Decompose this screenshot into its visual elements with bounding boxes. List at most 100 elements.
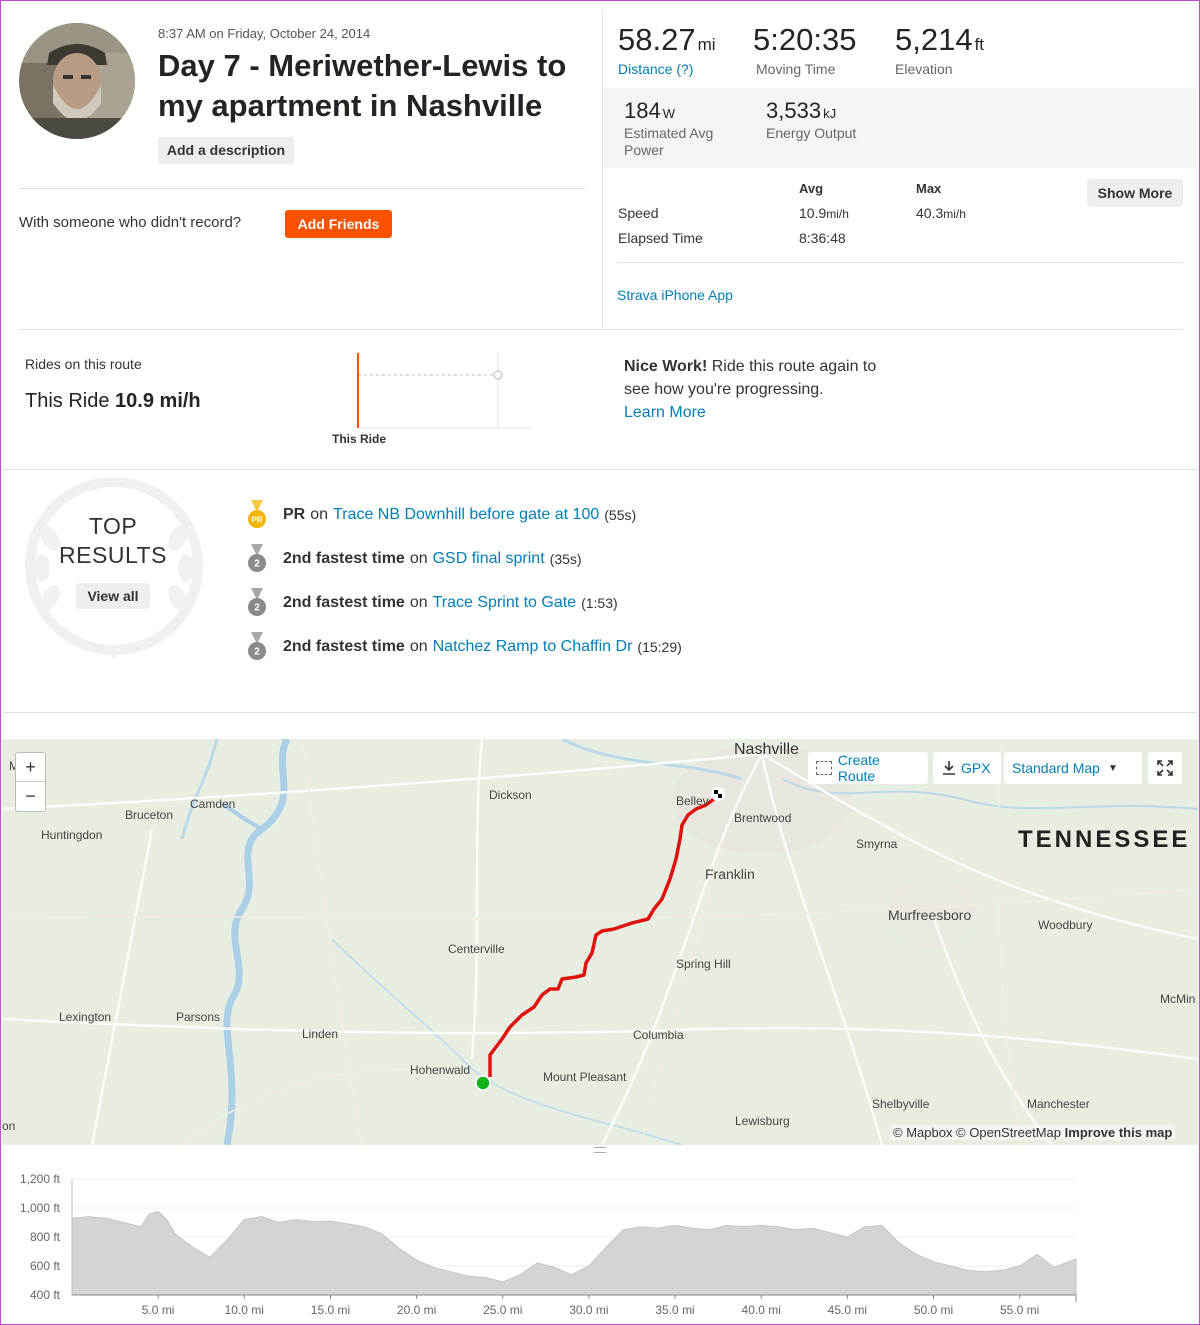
distance-unit: mi xyxy=(697,35,716,54)
laurel-wreath-icon xyxy=(25,478,203,660)
svg-text:2: 2 xyxy=(254,647,260,658)
y-tick-label: 800 ft xyxy=(30,1230,61,1244)
distance-stat: 58.27 mi xyxy=(618,22,716,58)
x-tick-label: 15.0 mi xyxy=(311,1303,350,1317)
city-label-lexington: Lexington xyxy=(59,1010,112,1024)
zoom-control: + − xyxy=(15,752,46,812)
x-tick-label: 50.0 mi xyxy=(914,1303,953,1317)
learn-more-link[interactable]: Learn More xyxy=(624,401,884,424)
city-label-smyrna: Smyrna xyxy=(856,837,898,851)
power-unit: W xyxy=(662,106,675,121)
top-results-line2: RESULTS xyxy=(59,542,167,568)
energy-stat: 3,533 kJ xyxy=(766,98,836,124)
silver-medal-icon: 2 xyxy=(248,632,266,660)
achievement-time: (35s) xyxy=(549,551,582,567)
city-label-bruceton: Bruceton xyxy=(125,808,174,822)
moving-time-stat: 5:20:35 xyxy=(753,22,856,58)
segment-link[interactable]: Natchez Ramp to Chaffin Dr xyxy=(433,638,633,656)
city-label-edge: on xyxy=(2,1119,16,1133)
improve-map-link[interactable]: Improve this map xyxy=(1065,1125,1173,1140)
divider xyxy=(19,329,1183,330)
x-tick-label: 40.0 mi xyxy=(742,1303,781,1317)
divider xyxy=(617,262,1183,263)
achievement-item: PR PR on Trace NB Downhill before gate at 1… xyxy=(247,500,636,530)
achievement-on: on xyxy=(409,638,428,655)
segment-link[interactable]: GSD final sprint xyxy=(433,550,545,568)
gpx-button[interactable]: GPX xyxy=(933,752,1001,784)
city-label-franklin: Franklin xyxy=(705,866,755,882)
map-style-label: Standard Map xyxy=(1012,760,1100,776)
elevation-value: 5,214 xyxy=(895,22,973,57)
city-label-bellevue: Bellev xyxy=(676,794,709,808)
achievement-time: (1:53) xyxy=(581,595,618,611)
future-ride-point xyxy=(493,370,503,380)
zoom-in-button[interactable]: + xyxy=(16,753,45,782)
city-label-murfreesboro: Murfreesboro xyxy=(888,907,972,923)
city-label-shelbyville: Shelbyville xyxy=(872,1097,930,1111)
elevation-area xyxy=(71,1211,1077,1296)
route-map[interactable] xyxy=(2,739,1198,1145)
city-label-mcminnville: McMin xyxy=(1160,992,1196,1006)
energy-unit: kJ xyxy=(823,106,837,121)
add-description-button[interactable]: Add a description xyxy=(158,137,294,164)
map-style-dropdown[interactable]: Standard Map ▼ xyxy=(1004,752,1142,784)
city-label-columbia: Columbia xyxy=(633,1028,684,1042)
zoom-out-button[interactable]: − xyxy=(16,782,45,811)
create-route-button[interactable]: Create Route xyxy=(808,752,928,784)
achievement-item: 2 2nd fastest time on Trace Sprint to Gate (… xyxy=(247,588,618,618)
athlete-avatar[interactable] xyxy=(19,23,135,139)
city-label-huntingdon: Huntingdon xyxy=(41,828,103,842)
y-tick-label: 600 ft xyxy=(30,1259,61,1273)
distance-value: 58.27 xyxy=(618,22,696,57)
attribution-text[interactable]: © Mapbox © OpenStreetMap xyxy=(893,1125,1061,1140)
achievement-item: 2 2nd fastest time on GSD final sprint (35s) xyxy=(247,544,582,574)
city-label-lewisburg: Lewisburg xyxy=(735,1114,790,1128)
distance-label[interactable]: Distance (?) xyxy=(618,61,693,77)
city-label-spring-hill: Spring Hill xyxy=(676,957,731,971)
achievement-on: on xyxy=(310,506,329,523)
create-route-label: Create Route xyxy=(837,752,880,784)
x-tick-label: 20.0 mi xyxy=(397,1303,436,1317)
elevation-label: Elevation xyxy=(895,61,953,77)
device-link[interactable]: Strava iPhone App xyxy=(617,287,733,303)
segment-link[interactable]: Trace Sprint to Gate xyxy=(433,594,576,612)
x-tick-label: 45.0 mi xyxy=(828,1303,867,1317)
with-someone-text: With someone who didn't record? xyxy=(19,214,242,231)
city-label-dickson: Dickson xyxy=(489,788,532,802)
finish-flag-icon xyxy=(711,787,725,801)
achievement-rank: 2nd fastest time xyxy=(283,638,405,655)
gpx-label: GPX xyxy=(961,760,991,776)
power-stat: 184 W xyxy=(624,98,675,124)
show-more-button[interactable]: Show More xyxy=(1087,179,1183,207)
speed-avg-unit: mi/h xyxy=(826,207,849,221)
fullscreen-button[interactable] xyxy=(1148,752,1182,784)
fullscreen-icon xyxy=(1157,760,1173,776)
x-tick-label: 5.0 mi xyxy=(142,1303,175,1317)
caret-down-icon: ▼ xyxy=(1107,762,1118,774)
view-all-button[interactable]: View all xyxy=(76,583,150,609)
rides-on-route-title: Rides on this route xyxy=(25,356,142,372)
city-label-parsons: Parsons xyxy=(176,1010,221,1024)
achievement-rank: 2nd fastest time xyxy=(283,550,405,567)
y-tick-label: 400 ft xyxy=(30,1288,61,1302)
elevation-chart[interactable]: 1,200 ft 1,000 ft 800 ft 600 ft 400 ft 5.0 mi… xyxy=(0,1160,1200,1320)
achievement-on: on xyxy=(409,594,428,611)
speed-label: Speed xyxy=(618,205,659,221)
activity-title[interactable]: Day 7 - Meriwether-Lewis to my apartment… xyxy=(158,46,598,126)
nice-work-message: Nice Work! Ride this route again to see … xyxy=(624,355,884,424)
resize-handle[interactable] xyxy=(594,1147,606,1153)
nice-work-bold: Nice Work! xyxy=(624,358,708,375)
city-label-linden: Linden xyxy=(302,1027,339,1041)
max-header: Max xyxy=(916,181,942,196)
city-label-manchester: Manchester xyxy=(1027,1097,1090,1111)
this-ride-speed-value: 10.9 mi/h xyxy=(115,390,201,412)
elevation-stat: 5,214 ft xyxy=(895,22,984,58)
divider xyxy=(2,469,1198,470)
moving-time-value: 5:20:35 xyxy=(753,22,857,57)
top-results-line1: TOP xyxy=(88,513,138,539)
segment-link[interactable]: Trace NB Downhill before gate at 100 xyxy=(333,506,599,524)
this-ride-speed: This Ride 10.9 mi/h xyxy=(25,390,201,413)
add-friends-button[interactable]: Add Friends xyxy=(285,210,392,238)
speed-avg: 10.9mi/h xyxy=(799,205,849,221)
divider xyxy=(602,10,603,328)
